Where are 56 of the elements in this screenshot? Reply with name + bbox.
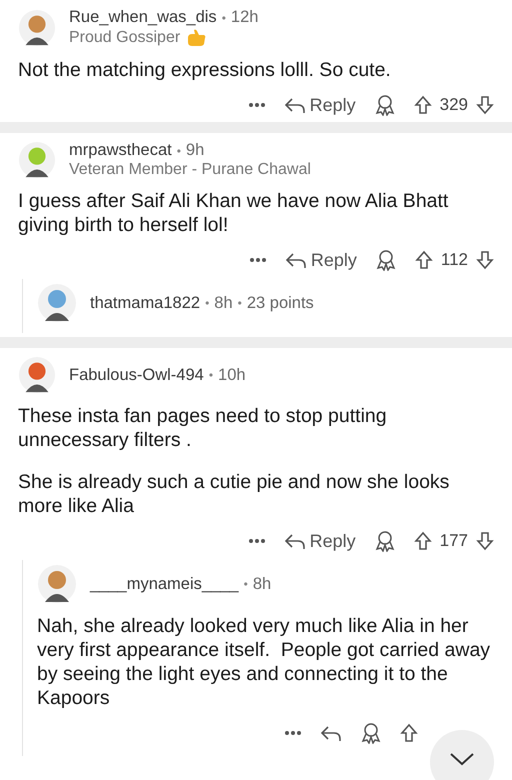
vote-count: 177 [440, 531, 468, 551]
points-count: 23 points [246, 294, 314, 312]
timestamp: 8h [252, 574, 272, 594]
downvote-icon[interactable] [476, 531, 494, 551]
vote-count: 329 [440, 95, 468, 115]
more-icon[interactable] [248, 102, 266, 108]
user-flair: Veteran Member - Purane Chawal [69, 161, 311, 179]
downvote-icon[interactable] [476, 95, 494, 115]
separator-dot: • [238, 296, 242, 310]
upvote-icon[interactable] [414, 95, 432, 115]
award-icon[interactable] [374, 530, 396, 552]
reply-button[interactable]: Reply [284, 94, 356, 116]
timestamp: 9h [186, 141, 204, 160]
award-icon[interactable] [374, 249, 397, 271]
timestamp: 8h [214, 294, 233, 312]
vote-count: 112 [440, 250, 468, 270]
timestamp: 10h [218, 366, 246, 384]
more-icon[interactable] [284, 730, 302, 736]
reply-icon [284, 532, 306, 550]
separator-dot: • [222, 10, 226, 24]
reply-icon [320, 724, 342, 742]
avatar-icon [18, 141, 56, 179]
comment-text: Not the matching expressions lolll. So cute. [18, 58, 392, 82]
separator-dot: • [176, 144, 181, 158]
reply-button[interactable] [320, 724, 342, 742]
award-icon[interactable] [374, 94, 396, 116]
username[interactable]: Rue_when_was_dis [69, 8, 217, 27]
avatar-icon [37, 564, 77, 604]
separator-dot: • [208, 368, 214, 382]
comment-text: Nah, she already looked very much like Alia in her very first appearance itself. People got carried away by seeing the light eyes and connecting it to the Kapoors [37, 614, 492, 710]
avatar-icon [37, 283, 77, 323]
separator-dot: • [244, 577, 248, 591]
avatar-icon [18, 9, 56, 47]
downvote-icon[interactable] [476, 250, 494, 270]
more-icon[interactable] [248, 257, 267, 263]
comment-text: She is already such a cutie pie and now she looks more like Alia [18, 470, 450, 518]
award-icon[interactable] [360, 722, 382, 744]
username[interactable]: ____mynameis____ [90, 574, 239, 594]
separator-dot: • [205, 296, 210, 310]
comment-text: I guess after Saif Ali Khan we have now Alia Bhatt giving birth to herself lol! [18, 189, 450, 237]
avatar-icon [18, 356, 56, 394]
upvote-icon[interactable] [414, 250, 433, 270]
comment-text: These insta fan pages need to stop putting unnecessary filters . [18, 404, 388, 452]
timestamp: 12h [230, 8, 258, 27]
reply-icon [284, 251, 307, 269]
chevron-down-icon [449, 752, 475, 766]
upvote-icon[interactable] [400, 723, 418, 743]
username[interactable]: Fabulous-Owl-494 [69, 366, 204, 384]
user-flair: Proud Gossiper [69, 29, 180, 47]
username[interactable]: thatmama1822 [90, 294, 200, 312]
reply-button[interactable]: Reply [284, 530, 356, 552]
reply-icon [284, 96, 306, 114]
username[interactable]: mrpawsthecat [69, 141, 172, 160]
upvote-icon[interactable] [414, 531, 432, 551]
more-icon[interactable] [248, 538, 266, 544]
reply-button[interactable]: Reply [284, 250, 357, 270]
